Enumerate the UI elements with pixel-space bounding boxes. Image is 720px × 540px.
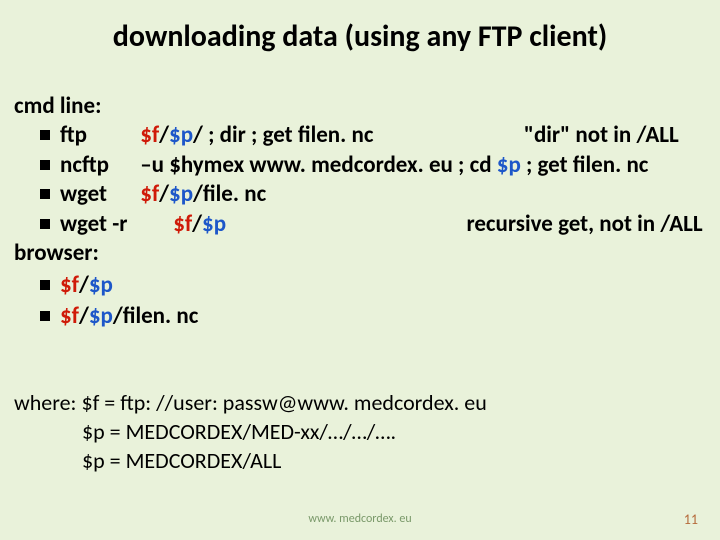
- cmd-wget-r: wget -r $f/$p recursive get, not in /ALL: [14, 210, 714, 239]
- cmd-name: wget -r: [60, 210, 168, 239]
- bullet-icon: [40, 130, 50, 140]
- arg-p: $p: [169, 180, 193, 208]
- where-line: where: $f = ftp: //user: passw@www. medc…: [14, 388, 487, 417]
- where-f-def: $f = ftp: //user: passw@www. medcordex. …: [81, 389, 486, 416]
- footer-url: www. medcordex. eu: [0, 512, 720, 526]
- arg-p: $p: [89, 302, 113, 330]
- note-dir: "dir" not in /ALL: [524, 121, 679, 149]
- bullet-icon: [40, 219, 50, 229]
- cmd-ftp: ftp $f/$p/ ; dir ; get filen. nc "dir" n…: [14, 121, 714, 150]
- arg-tail: /filen. nc: [113, 302, 199, 330]
- browser-label: browser:: [14, 239, 714, 268]
- arg-f: $f: [140, 180, 159, 208]
- arg-tail: / ; dir ; get filen. nc: [193, 121, 373, 149]
- arg-p: $p: [89, 271, 113, 299]
- bullet-icon: [40, 160, 50, 170]
- cmd-name: ftp: [60, 121, 135, 150]
- arg-p: $p: [497, 151, 521, 179]
- note-recursive: recursive get, not in /ALL: [466, 210, 702, 238]
- arg-p: $p: [169, 121, 193, 149]
- arg-f: $f: [140, 121, 159, 149]
- sep: /: [159, 180, 169, 208]
- browser-item: $f/$p/filen. nc: [14, 302, 714, 331]
- where-block: where: $f = ftp: //user: passw@www. medc…: [14, 388, 487, 475]
- where-line: $p = MEDCORDEX/MED-xx/…/…/….: [14, 417, 487, 446]
- bullet-icon: [40, 189, 50, 199]
- bullet-icon: [40, 311, 50, 321]
- arg-pre: –u $hymex www. medcordex. eu ; cd: [140, 151, 497, 179]
- arg-f: $f: [173, 210, 192, 238]
- cmd-name: wget: [60, 180, 135, 209]
- arg-f: $f: [60, 271, 79, 299]
- cmd-wget: wget $f/$p/file. nc: [14, 180, 714, 209]
- cmd-ncftp: ncftp –u $hymex www. medcordex. eu ; cd …: [14, 151, 714, 180]
- arg-f: $f: [60, 302, 79, 330]
- cmd-line-label: cmd line:: [14, 92, 714, 121]
- slide-title: downloading data (using any FTP client): [0, 0, 720, 55]
- sep: /: [192, 210, 202, 238]
- sep: /: [159, 121, 169, 149]
- where-label: where:: [14, 389, 76, 416]
- arg-tail: /file. nc: [193, 180, 266, 208]
- arg-post: ; get filen. nc: [521, 151, 649, 179]
- browser-items: $f/$p $f/$p/filen. nc: [14, 271, 714, 332]
- bullet-icon: [40, 280, 50, 290]
- slide: downloading data (using any FTP client) …: [0, 0, 720, 540]
- cmd-name: ncftp: [60, 151, 135, 180]
- browser-item: $f/$p: [14, 271, 714, 300]
- sep: /: [79, 302, 89, 330]
- arg-p: $p: [202, 210, 226, 238]
- page-number: 11: [684, 511, 698, 528]
- sep: /: [79, 271, 89, 299]
- slide-body: cmd line: ftp $f/$p/ ; dir ; get filen. …: [14, 92, 714, 332]
- where-line: $p = MEDCORDEX/ALL: [14, 446, 487, 475]
